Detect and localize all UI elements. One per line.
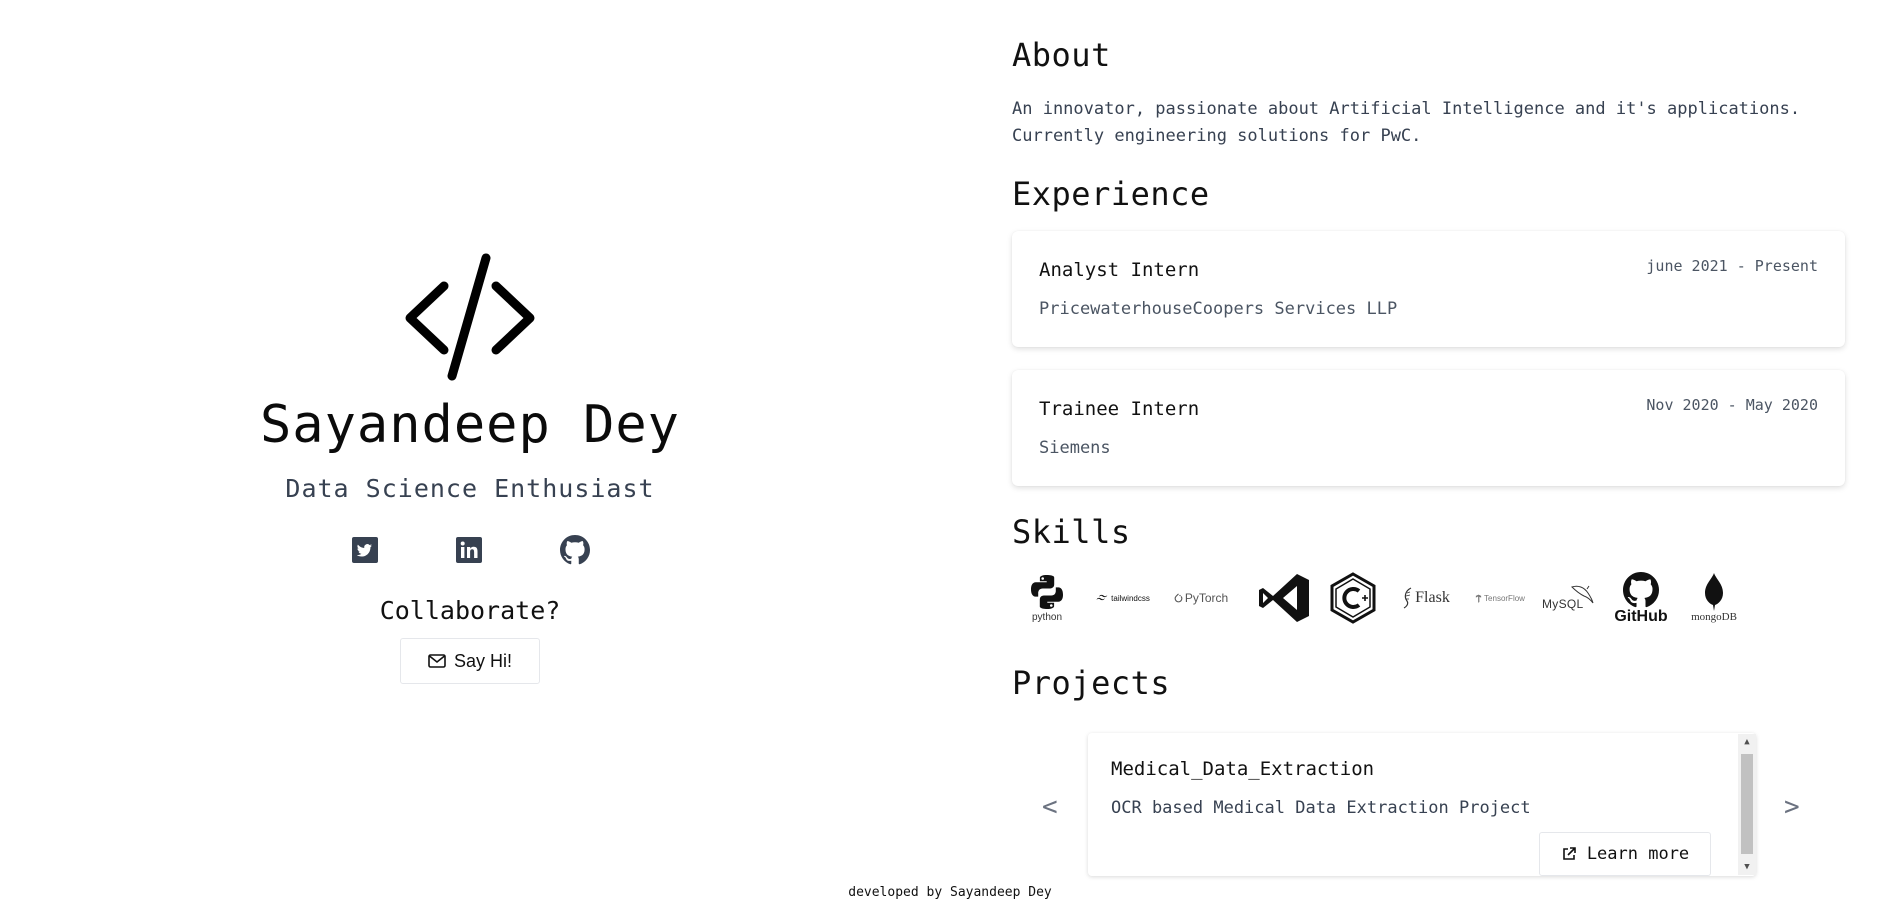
skill-cplusplus [1328, 568, 1378, 628]
skill-label: mongoDB [1691, 611, 1737, 623]
pytorch-logo-icon [1174, 593, 1183, 603]
experience-role: Trainee Intern [1039, 398, 1200, 420]
scroll-up-arrow-icon[interactable]: ▲ [1738, 734, 1756, 750]
about-line-1: An innovator, passionate about Artificia… [1012, 99, 1801, 119]
linkedin-icon [456, 537, 482, 563]
skill-label: GitHub [1614, 607, 1668, 625]
skill-label: MySQL [1542, 597, 1584, 611]
tensorflow-logo-icon [1475, 594, 1482, 603]
skill-flask: Flask [1396, 568, 1456, 628]
github-logo-icon [1623, 571, 1659, 607]
skill-python: python [1026, 568, 1068, 628]
experience-card: Trainee Intern Nov 2020 - May 2020 Sieme… [1012, 370, 1845, 486]
skill-label: tailwindcss [1111, 593, 1150, 603]
experience-heading: Experience [1012, 175, 1210, 213]
skill-mongodb: mongoDB [1684, 568, 1744, 628]
learn-more-label: Learn more [1586, 844, 1690, 864]
mail-icon [428, 654, 446, 668]
mongodb-logo-icon [1705, 573, 1723, 611]
about-text: An innovator, passionate about Artificia… [1012, 96, 1842, 150]
experience-card: Analyst Intern june 2021 - Present Price… [1012, 231, 1845, 347]
skill-label: PyTorch [1184, 591, 1229, 605]
github-link[interactable] [560, 535, 590, 565]
tailwindcss-logo-icon [1096, 594, 1108, 601]
project-scrollbar[interactable]: ▲ ▼ [1738, 734, 1756, 875]
profile-tagline: Data Science Enthusiast [285, 474, 655, 503]
twitter-link[interactable] [350, 535, 380, 565]
collaborate-heading: Collaborate? [379, 596, 561, 625]
python-logo-icon [1031, 575, 1063, 609]
github-icon [560, 535, 590, 565]
flask-logo-icon [1403, 587, 1412, 609]
scrollbar-thumb[interactable] [1741, 754, 1753, 854]
say-hi-label: Say Hi! [453, 650, 513, 671]
skill-label: python [1031, 612, 1063, 623]
skill-label: TensorFlow [1484, 593, 1525, 603]
experience-org: PricewaterhouseCoopers Services LLP [1039, 299, 1398, 319]
project-title: Medical_Data_Extraction [1111, 758, 1375, 780]
skill-mysql: MySQL [1542, 568, 1598, 628]
profile-section: Sayandeep Dey Data Science Enthusiast Co… [0, 0, 940, 908]
footer-credit: developed by Sayandeep Dey [848, 885, 1052, 900]
experience-role: Analyst Intern [1039, 259, 1200, 281]
skill-tensorflow: TensorFlow [1470, 568, 1530, 628]
skills-heading: Skills [1012, 513, 1131, 551]
vscode-logo-icon [1259, 574, 1309, 622]
cplusplus-logo-icon [1330, 572, 1376, 624]
about-heading: About [1012, 36, 1111, 74]
skill-github: GitHub [1612, 568, 1670, 628]
skill-label: Flask [1415, 589, 1450, 606]
say-hi-button[interactable]: Say Hi! [400, 638, 540, 684]
learn-more-button[interactable]: Learn more [1539, 832, 1711, 876]
project-card: Medical_Data_Extraction OCR based Medica… [1088, 733, 1756, 876]
experience-dates: Nov 2020 - May 2020 [1646, 396, 1818, 414]
twitter-icon [352, 537, 378, 563]
skill-vscode [1255, 568, 1313, 628]
carousel-next-button[interactable]: > [1784, 792, 1800, 822]
code-logo-icon [405, 253, 535, 381]
carousel-prev-button[interactable]: < [1042, 792, 1058, 822]
scroll-down-arrow-icon[interactable]: ▼ [1738, 859, 1756, 875]
external-link-icon [1563, 847, 1576, 860]
skill-tailwindcss: tailwindcss [1088, 568, 1158, 628]
projects-heading: Projects [1012, 664, 1171, 702]
skill-pytorch: PyTorch [1170, 568, 1232, 628]
experience-org: Siemens [1039, 438, 1111, 458]
profile-name: Sayandeep Dey [260, 395, 680, 455]
linkedin-link[interactable] [454, 535, 484, 565]
about-line-2: Currently engineering solutions for PwC. [1012, 126, 1422, 146]
project-description: OCR based Medical Data Extraction Projec… [1111, 798, 1531, 818]
skills-row: python tailwindcss PyTorch Flask TensorF… [1012, 568, 1752, 628]
experience-dates: june 2021 - Present [1646, 257, 1818, 275]
